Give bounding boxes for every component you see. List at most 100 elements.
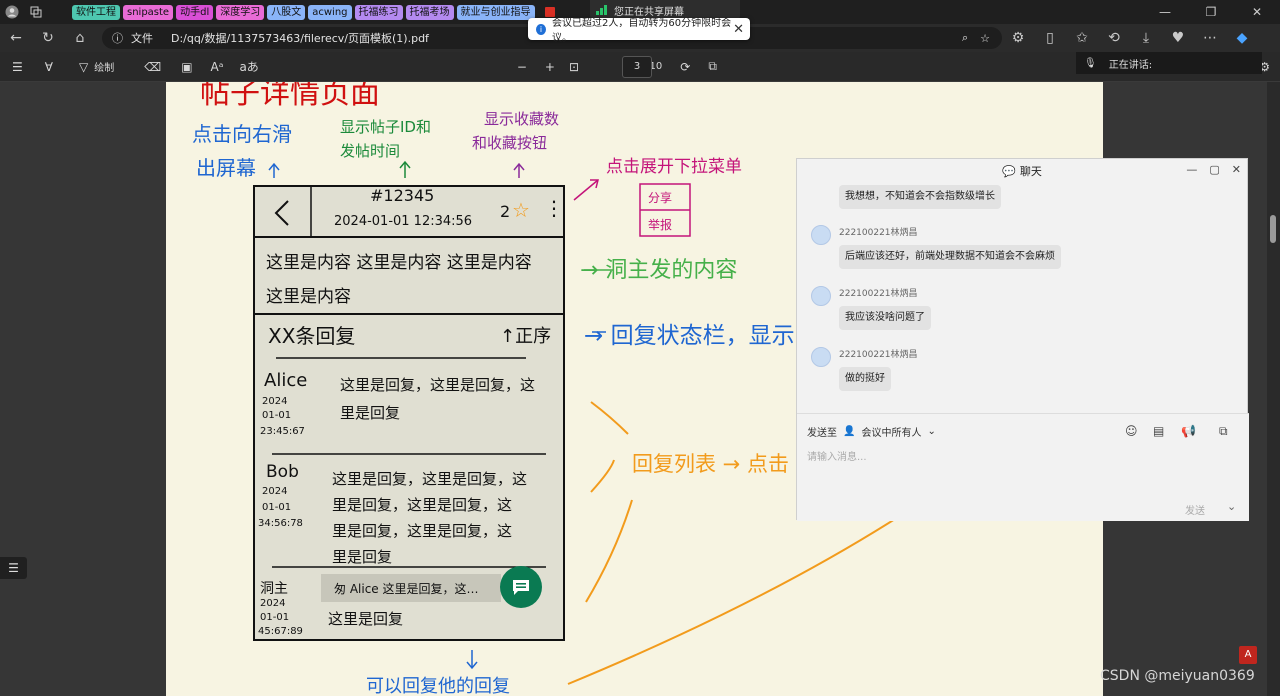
- alice-date-1: 2024: [262, 396, 288, 407]
- alice-reply-2: 里是回复: [340, 404, 401, 422]
- screenshot-icon[interactable]: ⧉: [1219, 424, 1228, 439]
- performance-icon[interactable]: ♥: [1162, 30, 1194, 46]
- history-icon[interactable]: ⟲: [1098, 30, 1130, 46]
- draw-icon[interactable]: ▽: [79, 60, 88, 74]
- maximize-chat-icon[interactable]: ▢: [1209, 163, 1219, 176]
- workspaces-icon[interactable]: [24, 0, 48, 24]
- page-number-input[interactable]: 3: [622, 56, 652, 78]
- message-input[interactable]: 请输入消息...: [807, 448, 867, 463]
- note-fav-2: 和收藏按钮: [472, 134, 548, 152]
- fit-page-icon[interactable]: ⊡: [569, 60, 579, 74]
- zoom-icon[interactable]: ⌕: [962, 31, 968, 45]
- reply-count: XX条回复: [268, 324, 356, 348]
- minimize-chat-icon[interactable]: —: [1186, 163, 1197, 176]
- send-button[interactable]: 发送: [1185, 502, 1205, 517]
- speaker-label: 正在讲话:: [1108, 59, 1153, 71]
- tab-group-chip[interactable]: 动手dl: [176, 4, 214, 20]
- send-options-chevron-icon[interactable]: ⌄: [1227, 500, 1236, 513]
- send-to-value: 会议中所有人: [861, 428, 922, 439]
- restore-icon[interactable]: ❐: [1188, 0, 1234, 24]
- note-id-2: 发帖时间: [340, 142, 401, 160]
- split-screen-icon[interactable]: ▯: [1034, 30, 1066, 46]
- downloads-icon[interactable]: ⤓: [1130, 30, 1162, 46]
- content-line-1: 这里是内容 这里是内容 这里是内容: [266, 253, 532, 273]
- bob-name: Bob: [266, 462, 299, 482]
- message-bubble: 我想想，不知道会不会指数级增长: [839, 185, 1001, 209]
- read-aloud-icon[interactable]: Aᵃ: [211, 60, 224, 74]
- erase-icon[interactable]: ⌫: [144, 60, 161, 74]
- note-back-1: 点击向右滑: [192, 122, 292, 146]
- vertical-scrollbar[interactable]: [1267, 82, 1280, 696]
- zoom-out-icon[interactable]: −: [517, 60, 527, 74]
- tab-group-chip[interactable]: 托福练习: [354, 4, 403, 20]
- file-icon[interactable]: ▤: [1153, 424, 1164, 438]
- page-view-icon[interactable]: ⧉: [708, 59, 717, 74]
- announce-icon[interactable]: 📢: [1181, 424, 1196, 438]
- zoom-in-icon[interactable]: +: [545, 60, 555, 74]
- info-icon: i: [536, 23, 546, 35]
- back-icon[interactable]: ←: [0, 30, 32, 46]
- more-menu-icon[interactable]: ⋯: [1194, 30, 1226, 46]
- avatar: [811, 225, 831, 245]
- note-id-1: 显示帖子ID和: [340, 118, 431, 136]
- close-chat-icon[interactable]: ✕: [1232, 163, 1241, 176]
- translate-icon[interactable]: aあ: [239, 58, 258, 75]
- tab-group-chip[interactable]: 深度学习: [216, 4, 265, 20]
- favorite-star-icon[interactable]: ☆: [980, 32, 990, 45]
- tab-group-chip[interactable]: 八股文: [267, 4, 306, 20]
- tab-group-chip[interactable]: acwing: [308, 4, 352, 20]
- text-box-icon[interactable]: ▣: [181, 60, 192, 74]
- content-line-2: 这里是内容: [266, 287, 351, 307]
- bob-date-2: 01-01: [262, 502, 292, 513]
- send-to-selector[interactable]: 发送至 👤 会议中所有人 ⌄: [807, 424, 936, 439]
- bob-reply-1: 这里是回复，这里是回复，这: [332, 470, 528, 488]
- chat-window: 💬 聊天 — ▢ ✕ 我想想，不知道会不会指数级增长 222100221林炳昌 …: [796, 158, 1249, 521]
- alice-name: Alice: [264, 370, 308, 391]
- rotate-icon[interactable]: ⟳: [680, 60, 690, 74]
- close-notice-icon[interactable]: ✕: [733, 22, 744, 37]
- info-icon: ⓘ: [112, 32, 123, 45]
- pdf-app-icon: A: [1239, 646, 1257, 664]
- bob-date-1: 2024: [262, 486, 288, 497]
- bottom-note: 可以回复他的回复: [366, 676, 510, 696]
- microphone-icon: 🎙: [1084, 57, 1097, 69]
- draw-label[interactable]: 绘制: [94, 59, 114, 74]
- reply-fab-button[interactable]: [500, 566, 542, 608]
- emoji-icon[interactable]: ☺: [1125, 424, 1138, 438]
- sidebar-toggle-button[interactable]: ☰: [0, 557, 27, 579]
- minimize-icon[interactable]: —: [1142, 0, 1188, 24]
- message-sender: 222100221林炳昌: [839, 289, 918, 299]
- chevron-down-icon: ⌄: [927, 426, 936, 437]
- speaking-indicator: 🎙 正在讲话:: [1076, 52, 1262, 74]
- refresh-icon[interactable]: ↻: [32, 30, 64, 46]
- sort-label: ↑正序: [500, 326, 552, 347]
- home-icon[interactable]: ⌂: [64, 30, 96, 46]
- sketch-title: 帖子详情页面: [200, 82, 380, 111]
- host-quote: 匆 Alice 这里是回复，这…: [334, 582, 479, 596]
- avatar: [811, 286, 831, 306]
- meeting-notice-toast: i 会议已超过2人，自动转为60分钟限时会议。 ✕: [528, 18, 750, 44]
- profile-icon[interactable]: [0, 0, 24, 24]
- favorites-icon[interactable]: ✩: [1066, 30, 1098, 46]
- tab-group-chip[interactable]: 就业与创业指导: [456, 4, 535, 20]
- host-name: 洞主: [260, 581, 288, 597]
- post-id: #12345: [370, 186, 435, 205]
- bob-reply-4: 里是回复: [332, 548, 393, 566]
- note-status: → 回复状态栏，显示: [584, 323, 795, 349]
- highlight-icon[interactable]: ∀: [45, 60, 53, 74]
- message-bubble: 我应该没啥问题了: [839, 306, 931, 330]
- tab-group-chip[interactable]: snipaste: [123, 4, 174, 20]
- close-window-icon[interactable]: ✕: [1234, 0, 1280, 24]
- comment-icon: [513, 580, 529, 595]
- tab-group-chip[interactable]: 托福考场: [405, 4, 454, 20]
- notice-text: 会议已超过2人，自动转为60分钟限时会议。: [552, 18, 732, 44]
- more-dots-icon: ⋮: [544, 196, 564, 220]
- message-sender: 222100221林炳昌: [839, 228, 918, 238]
- bob-reply-2: 里是回复，这里是回复，这: [332, 496, 513, 514]
- copilot-icon[interactable]: ◆: [1226, 30, 1258, 46]
- scrollbar-thumb[interactable]: [1270, 215, 1276, 243]
- menu-report: 举报: [648, 218, 673, 232]
- contents-icon[interactable]: ☰: [12, 60, 23, 74]
- extensions-icon[interactable]: ⚙: [1002, 30, 1034, 46]
- tab-group-chip[interactable]: 软件工程: [72, 4, 120, 20]
